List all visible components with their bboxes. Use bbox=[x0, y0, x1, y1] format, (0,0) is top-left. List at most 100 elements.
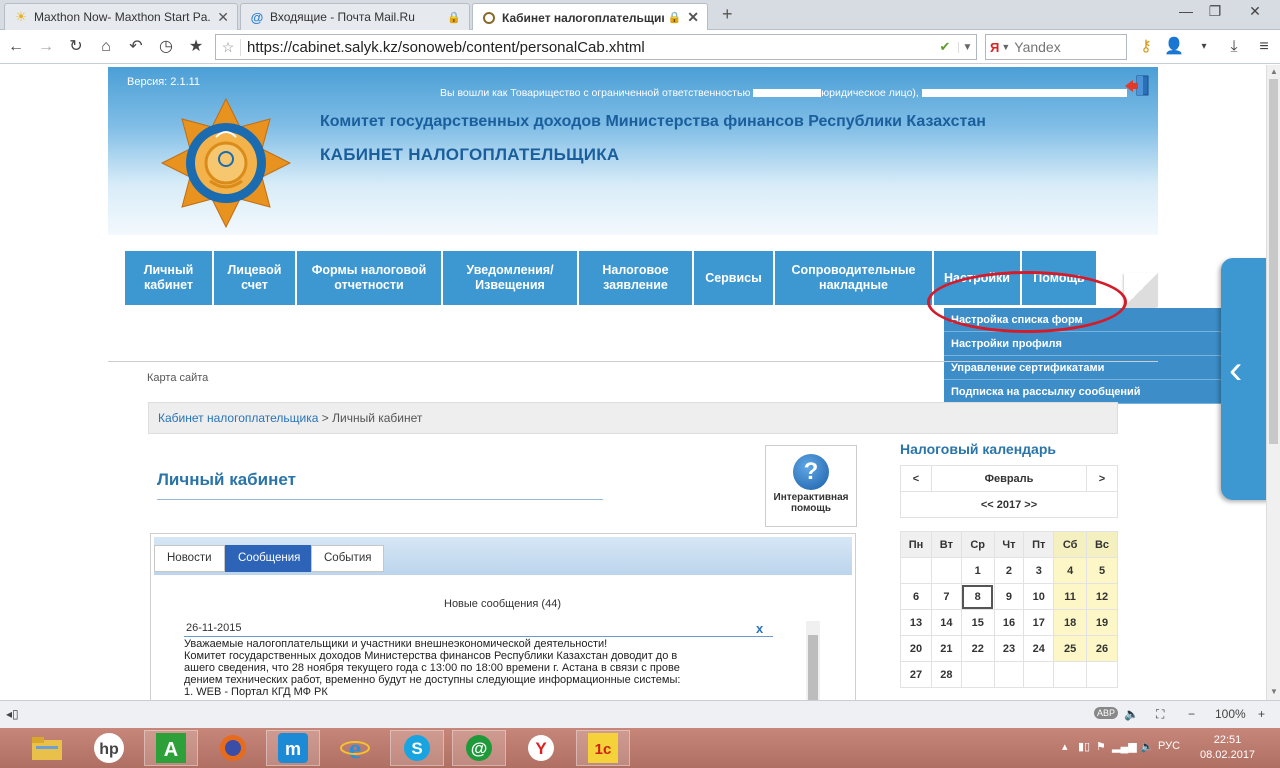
user-icon[interactable]: 👤 bbox=[1164, 37, 1184, 57]
menu-item-notifications[interactable]: Уведомления/ Извещения bbox=[443, 251, 577, 305]
calendar-day[interactable]: 3 bbox=[1023, 557, 1055, 584]
search-box[interactable]: Я ▼ bbox=[985, 34, 1127, 60]
calendar-day[interactable]: 27 bbox=[900, 661, 932, 688]
hp-icon[interactable]: hp bbox=[82, 730, 136, 766]
tab-events[interactable]: События bbox=[311, 545, 385, 572]
tab-messages[interactable]: Сообщения bbox=[225, 545, 314, 572]
tab-news[interactable]: Новости bbox=[154, 545, 225, 572]
menu-icon[interactable]: ≡ bbox=[1254, 37, 1274, 57]
undo-icon[interactable]: ↶ bbox=[126, 37, 146, 57]
clock[interactable]: 22:51 08.02.2017 bbox=[1200, 733, 1255, 763]
calendar-day[interactable]: 28 bbox=[931, 661, 962, 688]
calendar-day[interactable]: 12 bbox=[1086, 583, 1118, 610]
1c-icon[interactable]: 1c bbox=[576, 730, 630, 766]
close-tab-icon[interactable]: ✕ bbox=[217, 9, 229, 26]
tray-chevron-icon[interactable]: ▴ bbox=[1062, 740, 1068, 753]
address-bar[interactable]: ☆ https://cabinet.salyk.kz/sonoweb/conte… bbox=[215, 34, 977, 60]
sitemap-link[interactable]: Карта сайта bbox=[147, 372, 208, 384]
browser-tab-maxthon[interactable]: ☀ Maxthon Now- Maxthon Start Pa... ✕ bbox=[4, 3, 238, 30]
dropdown-item-certificates[interactable]: Управление сертификатами bbox=[944, 356, 1224, 380]
calendar-day[interactable]: 2 bbox=[993, 557, 1025, 584]
calendar-year[interactable]: << 2017 >> bbox=[900, 491, 1118, 518]
network-icon[interactable]: ▂▄▆ bbox=[1112, 740, 1137, 753]
key-icon[interactable]: ⚷ bbox=[1136, 37, 1156, 57]
dropdown-item-subscription[interactable]: Подписка на рассылку сообщений bbox=[944, 380, 1224, 404]
chevron-down-icon[interactable]: ▼ bbox=[958, 41, 976, 53]
calendar-day[interactable]: 25 bbox=[1053, 635, 1087, 662]
menu-item-waybills[interactable]: Сопроводительные накладные bbox=[775, 251, 932, 305]
back-icon[interactable]: ← bbox=[6, 37, 26, 57]
favorites-star-icon[interactable]: ★ bbox=[186, 37, 206, 57]
chevron-down-icon[interactable]: ▾ bbox=[1194, 37, 1214, 57]
yandex-browser-icon[interactable]: Y bbox=[514, 730, 568, 766]
menu-item-account[interactable]: Лицевой счет bbox=[214, 251, 295, 305]
browser-tab-cabinet[interactable]: Кабинет налогоплательщика ... 🔒 ✕ bbox=[472, 3, 708, 31]
menu-item-services[interactable]: Сервисы bbox=[694, 251, 773, 305]
download-icon[interactable]: ⤓ bbox=[1224, 37, 1244, 57]
url-text[interactable]: https://cabinet.salyk.kz/sonoweb/content… bbox=[240, 38, 932, 56]
new-tab-button[interactable]: + bbox=[722, 4, 733, 25]
mail-agent-icon[interactable]: @ bbox=[452, 730, 506, 766]
side-panel-toggle[interactable]: ‹ bbox=[1221, 258, 1266, 500]
adblock-icon[interactable]: ABP bbox=[1094, 707, 1119, 719]
fullscreen-icon[interactable]: ⛶ bbox=[1156, 707, 1164, 722]
aimp-icon[interactable]: A bbox=[144, 730, 198, 766]
language-indicator[interactable]: РУС bbox=[1158, 740, 1180, 752]
message-scrollbar[interactable] bbox=[806, 621, 820, 700]
browser-tab-mail[interactable]: @ Входящие - Почта Mail.Ru 🔒 bbox=[240, 3, 470, 30]
calendar-day[interactable]: 17 bbox=[1023, 609, 1055, 636]
calendar-day[interactable]: 18 bbox=[1053, 609, 1087, 636]
calendar-day[interactable]: 24 bbox=[1023, 635, 1055, 662]
skype-icon[interactable]: S bbox=[390, 730, 444, 766]
firefox-icon[interactable] bbox=[206, 730, 260, 766]
calendar-next-month[interactable]: > bbox=[1086, 465, 1118, 492]
calendar-day[interactable]: 16 bbox=[993, 609, 1025, 636]
restore-icon[interactable]: ❐ bbox=[1203, 3, 1227, 20]
calendar-day[interactable]: 11 bbox=[1053, 583, 1087, 610]
calendar-day[interactable]: 5 bbox=[1086, 557, 1118, 584]
scrollbar-thumb[interactable] bbox=[808, 635, 818, 700]
close-window-icon[interactable]: ✕ bbox=[1243, 3, 1267, 20]
calendar-day[interactable]: 13 bbox=[900, 609, 932, 636]
calendar-day[interactable]: 26 bbox=[1086, 635, 1118, 662]
zoom-level[interactable]: 100% bbox=[1215, 707, 1246, 721]
breadcrumb-link[interactable]: Кабинет налогоплательщика bbox=[158, 411, 318, 425]
home-icon[interactable]: ⌂ bbox=[96, 37, 116, 57]
volume-icon[interactable]: 🔈 bbox=[1140, 740, 1154, 753]
calendar-day[interactable]: 20 bbox=[900, 635, 932, 662]
calendar-day[interactable]: 23 bbox=[993, 635, 1025, 662]
extension-icon[interactable]: ✔ bbox=[932, 39, 958, 55]
zoom-in-icon[interactable]: + bbox=[1258, 707, 1265, 721]
exit-icon[interactable] bbox=[1124, 74, 1152, 98]
calendar-day[interactable]: 14 bbox=[931, 609, 962, 636]
calendar-day[interactable]: 19 bbox=[1086, 609, 1118, 636]
calendar-day[interactable]: 4 bbox=[1053, 557, 1087, 584]
calendar-day[interactable]: 1 bbox=[960, 557, 995, 584]
scrollbar-thumb[interactable] bbox=[1269, 79, 1278, 444]
calendar-day[interactable]: 6 bbox=[900, 583, 932, 610]
menu-item-personal-cabinet[interactable]: Личный кабинет bbox=[125, 251, 212, 305]
calendar-day[interactable]: 8 bbox=[960, 583, 995, 610]
internet-explorer-icon[interactable]: e bbox=[328, 730, 382, 766]
sidebar-toggle-icon[interactable]: ◂▯ bbox=[6, 707, 19, 721]
menu-item-tax-application[interactable]: Налоговое заявление bbox=[579, 251, 692, 305]
page-scrollbar[interactable]: ▲ ▼ bbox=[1266, 65, 1280, 700]
bookmark-star-icon[interactable]: ☆ bbox=[216, 39, 240, 56]
sound-icon[interactable]: 🔈 bbox=[1124, 707, 1139, 721]
forward-icon[interactable]: → bbox=[36, 37, 56, 57]
minimize-icon[interactable]: — bbox=[1174, 3, 1198, 19]
history-clock-icon[interactable]: ◷ bbox=[156, 37, 176, 57]
search-input[interactable] bbox=[1014, 39, 1111, 55]
calendar-day[interactable]: 22 bbox=[960, 635, 995, 662]
calendar-day[interactable]: 7 bbox=[931, 583, 962, 610]
calendar-day[interactable]: 10 bbox=[1023, 583, 1055, 610]
close-tab-icon[interactable]: ✕ bbox=[687, 9, 699, 26]
calendar-day[interactable]: 9 bbox=[993, 583, 1025, 610]
maxthon-icon[interactable]: m bbox=[266, 730, 320, 766]
battery-icon[interactable]: ▮▯ bbox=[1078, 740, 1090, 753]
dropdown-item-profile[interactable]: Настройки профиля bbox=[944, 332, 1224, 356]
chevron-down-icon[interactable]: ▼ bbox=[1001, 42, 1010, 52]
file-explorer-icon[interactable] bbox=[20, 730, 74, 766]
scroll-down-icon[interactable]: ▼ bbox=[1270, 687, 1278, 696]
calendar-prev-month[interactable]: < bbox=[900, 465, 932, 492]
